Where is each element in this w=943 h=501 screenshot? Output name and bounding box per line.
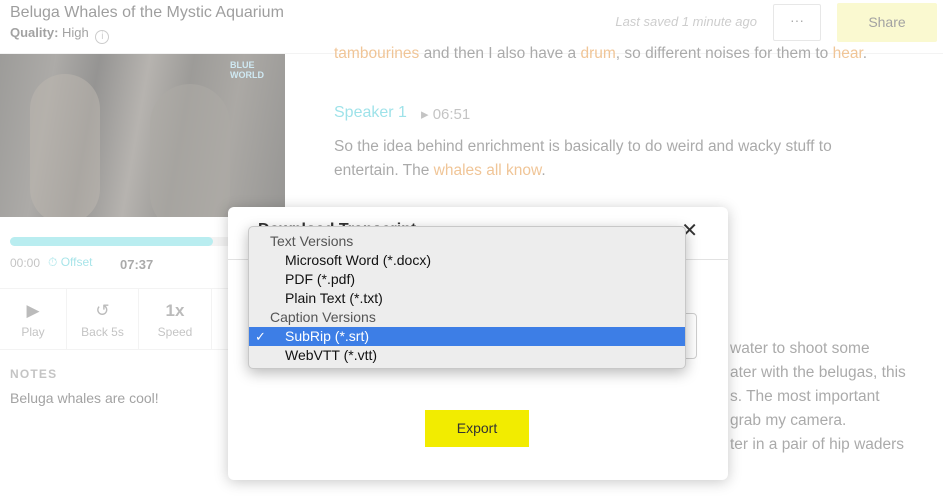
export-button[interactable]: Export bbox=[425, 410, 529, 447]
format-dropdown-menu: Text Versions Microsoft Word (*.docx) PD… bbox=[248, 226, 686, 369]
option-group-label: Text Versions bbox=[270, 233, 354, 249]
option-label: WebVTT (*.vtt) bbox=[285, 347, 378, 363]
option-docx[interactable]: Microsoft Word (*.docx) bbox=[249, 251, 685, 270]
option-vtt[interactable]: WebVTT (*.vtt) bbox=[249, 346, 685, 365]
option-group-label: Caption Versions bbox=[270, 309, 376, 325]
checkmark-icon: ✓ bbox=[255, 329, 266, 344]
option-label: SubRip (*.srt) bbox=[285, 328, 370, 344]
option-pdf[interactable]: PDF (*.pdf) bbox=[249, 270, 685, 289]
option-label: Microsoft Word (*.docx) bbox=[285, 252, 431, 268]
option-txt[interactable]: Plain Text (*.txt) bbox=[249, 289, 685, 308]
option-label: Plain Text (*.txt) bbox=[285, 290, 383, 306]
option-label: PDF (*.pdf) bbox=[285, 271, 356, 287]
option-srt[interactable]: ✓ SubRip (*.srt) bbox=[249, 327, 685, 346]
